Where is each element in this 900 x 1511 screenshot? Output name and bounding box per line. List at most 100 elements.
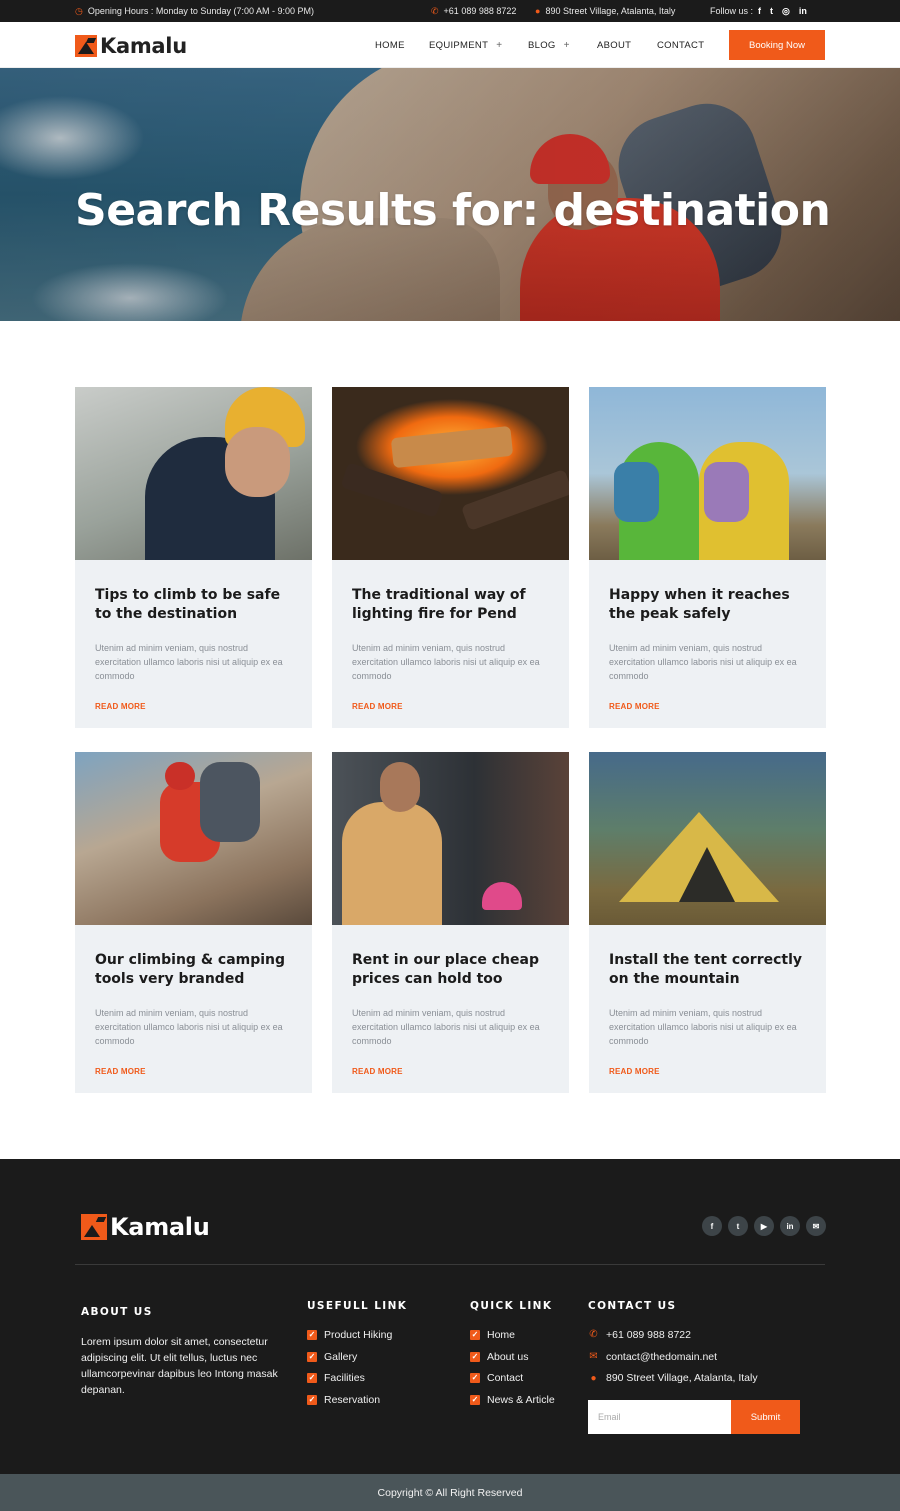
topbar-address: ● 890 Street Village, Atalanta, Italy [535, 0, 675, 22]
copyright-bar: Copyright © All Right Reserved [0, 1474, 900, 1511]
facebook-icon[interactable]: f [702, 1216, 722, 1236]
instagram-icon[interactable]: ◎ [782, 6, 790, 17]
post-excerpt: Utenim ad minim veniam, quis nostrud exe… [352, 643, 540, 681]
useful-links-list: ✓ Product Hiking ✓ Gallery ✓ Facilities ✓ Re… [307, 1324, 392, 1411]
follow-us: Follow us : f t ◎ in [710, 0, 807, 22]
check-icon: ✓ [470, 1329, 480, 1340]
post-title[interactable]: Rent in our place cheap prices can hold … [352, 951, 552, 989]
contact-phone-text: +61 089 988 8722 [606, 1328, 691, 1341]
nav-blog-label: BLOG [528, 39, 556, 51]
post-excerpt: Utenim ad minim veniam, quis nostrud exe… [609, 1008, 797, 1046]
check-icon: ✓ [307, 1351, 317, 1362]
contact-address-text: 890 Street Village, Atalanta, Italy [606, 1372, 758, 1385]
contact-address: ● 890 Street Village, Atalanta, Italy [588, 1367, 758, 1389]
link-label: Gallery [324, 1350, 358, 1363]
contact-list: ✆ +61 089 988 8722 ✉ contact@thedomain.net… [588, 1324, 758, 1389]
check-icon: ✓ [470, 1351, 480, 1362]
post-title[interactable]: The traditional way of lighting fire for… [352, 586, 552, 624]
link-label: About us [487, 1350, 529, 1363]
nav-blog[interactable]: BLOG + [528, 40, 570, 51]
site-footer: Kamalu f t ▶ in ✉ ABOUT US Lorem ipsum d… [0, 1159, 900, 1474]
useful-links-heading: USEFULL LINK [307, 1300, 408, 1312]
post-image-climber[interactable] [75, 752, 312, 925]
post-title[interactable]: Our climbing & camping tools very brande… [95, 951, 295, 989]
check-icon: ✓ [307, 1394, 317, 1405]
link-label: Reservation [324, 1393, 381, 1406]
footer-divider [75, 1264, 825, 1265]
post-card[interactable]: Rent in our place cheap prices can hold … [332, 752, 569, 1093]
contact-email[interactable]: ✉ contact@thedomain.net [588, 1346, 758, 1368]
post-image-peak[interactable] [589, 387, 826, 560]
post-title[interactable]: Tips to climb to be safe to the destinat… [95, 586, 295, 624]
phone-icon: ✆ [589, 1329, 598, 1341]
post-title[interactable]: Happy when it reaches the peak safely [609, 586, 809, 624]
newsletter-submit-button[interactable]: Submit [731, 1400, 800, 1434]
read-more-link[interactable]: READ MORE [609, 702, 660, 711]
nav-equipment[interactable]: EQUIPMENT + [429, 40, 502, 51]
quick-link-news[interactable]: ✓ News & Article [470, 1389, 555, 1411]
clock-icon: ◷ [75, 5, 83, 16]
link-label: Facilities [324, 1372, 365, 1385]
booking-now-button[interactable]: Booking Now [729, 30, 825, 60]
post-card[interactable]: Our climbing & camping tools very brande… [75, 752, 312, 1093]
post-image-hiker[interactable] [75, 387, 312, 560]
useful-link-facilities[interactable]: ✓ Facilities [307, 1367, 392, 1389]
footer-brand-logo[interactable]: Kamalu [81, 1213, 210, 1241]
newsletter-email-input[interactable] [588, 1400, 731, 1434]
topbar-phone-text: +61 089 988 8722 [443, 6, 517, 16]
linkedin-icon[interactable]: in [799, 6, 807, 16]
post-card[interactable]: The traditional way of lighting fire for… [332, 387, 569, 728]
post-card[interactable]: Tips to climb to be safe to the destinat… [75, 387, 312, 728]
useful-link-reservation[interactable]: ✓ Reservation [307, 1389, 392, 1411]
quick-links-heading: QUICK LINK [470, 1300, 553, 1312]
read-more-link[interactable]: READ MORE [95, 702, 146, 711]
facebook-icon[interactable]: f [758, 6, 761, 16]
follow-us-label: Follow us : [710, 6, 754, 16]
contact-email-text: contact@thedomain.net [606, 1350, 718, 1363]
linkedin-icon[interactable]: in [780, 1216, 800, 1236]
page-title: Search Results for: destination [75, 185, 831, 236]
quick-link-home[interactable]: ✓ Home [470, 1324, 555, 1346]
footer-social-links: f t ▶ in ✉ [702, 1216, 826, 1236]
link-label: Home [487, 1328, 516, 1341]
read-more-link[interactable]: READ MORE [352, 702, 403, 711]
nav-home[interactable]: HOME [375, 40, 405, 51]
plus-icon: + [496, 39, 503, 51]
email-icon[interactable]: ✉ [806, 1216, 826, 1236]
read-more-link[interactable]: READ MORE [95, 1067, 146, 1076]
top-bar: ◷ Opening Hours : Monday to Sunday (7:00… [0, 0, 900, 22]
quick-link-about[interactable]: ✓ About us [470, 1346, 555, 1368]
post-card[interactable]: Install the tent correctly on the mounta… [589, 752, 826, 1093]
link-label: Contact [487, 1372, 524, 1385]
copyright-text: Copyright © All Right Reserved [377, 1486, 523, 1499]
check-icon: ✓ [307, 1373, 317, 1384]
post-image-gear-shop[interactable] [332, 752, 569, 925]
read-more-link[interactable]: READ MORE [352, 1067, 403, 1076]
twitter-icon[interactable]: t [728, 1216, 748, 1236]
nav-equipment-label: EQUIPMENT [429, 39, 489, 51]
nav-contact[interactable]: CONTACT [657, 40, 704, 51]
read-more-link[interactable]: READ MORE [609, 1067, 660, 1076]
post-image-tent[interactable] [589, 752, 826, 925]
post-title[interactable]: Install the tent correctly on the mounta… [609, 951, 809, 989]
nav-about[interactable]: ABOUT [597, 40, 631, 51]
hero-banner: Search Results for: destination [0, 68, 900, 321]
about-heading: ABOUT US [81, 1306, 153, 1318]
post-card[interactable]: Happy when it reaches the peak safely Ut… [589, 387, 826, 728]
post-image-campfire[interactable] [332, 387, 569, 560]
contact-phone[interactable]: ✆ +61 089 988 8722 [588, 1324, 758, 1346]
post-excerpt: Utenim ad minim veniam, quis nostrud exe… [609, 643, 797, 681]
useful-link-product-hiking[interactable]: ✓ Product Hiking [307, 1324, 392, 1346]
post-excerpt: Utenim ad minim veniam, quis nostrud exe… [352, 1008, 540, 1046]
quick-link-contact[interactable]: ✓ Contact [470, 1367, 555, 1389]
topbar-phone[interactable]: ✆ +61 089 988 8722 [431, 0, 516, 22]
opening-hours-text: Opening Hours : Monday to Sunday (7:00 A… [87, 6, 314, 16]
plus-icon: + [563, 39, 570, 51]
phone-icon: ✆ [431, 5, 439, 16]
twitter-icon[interactable]: t [770, 6, 773, 16]
post-excerpt: Utenim ad minim veniam, quis nostrud exe… [95, 1008, 283, 1046]
useful-link-gallery[interactable]: ✓ Gallery [307, 1346, 392, 1368]
youtube-icon[interactable]: ▶ [754, 1216, 774, 1236]
footer-brand-name: Kamalu [110, 1213, 210, 1241]
brand-logo[interactable]: Kamalu [75, 34, 187, 58]
